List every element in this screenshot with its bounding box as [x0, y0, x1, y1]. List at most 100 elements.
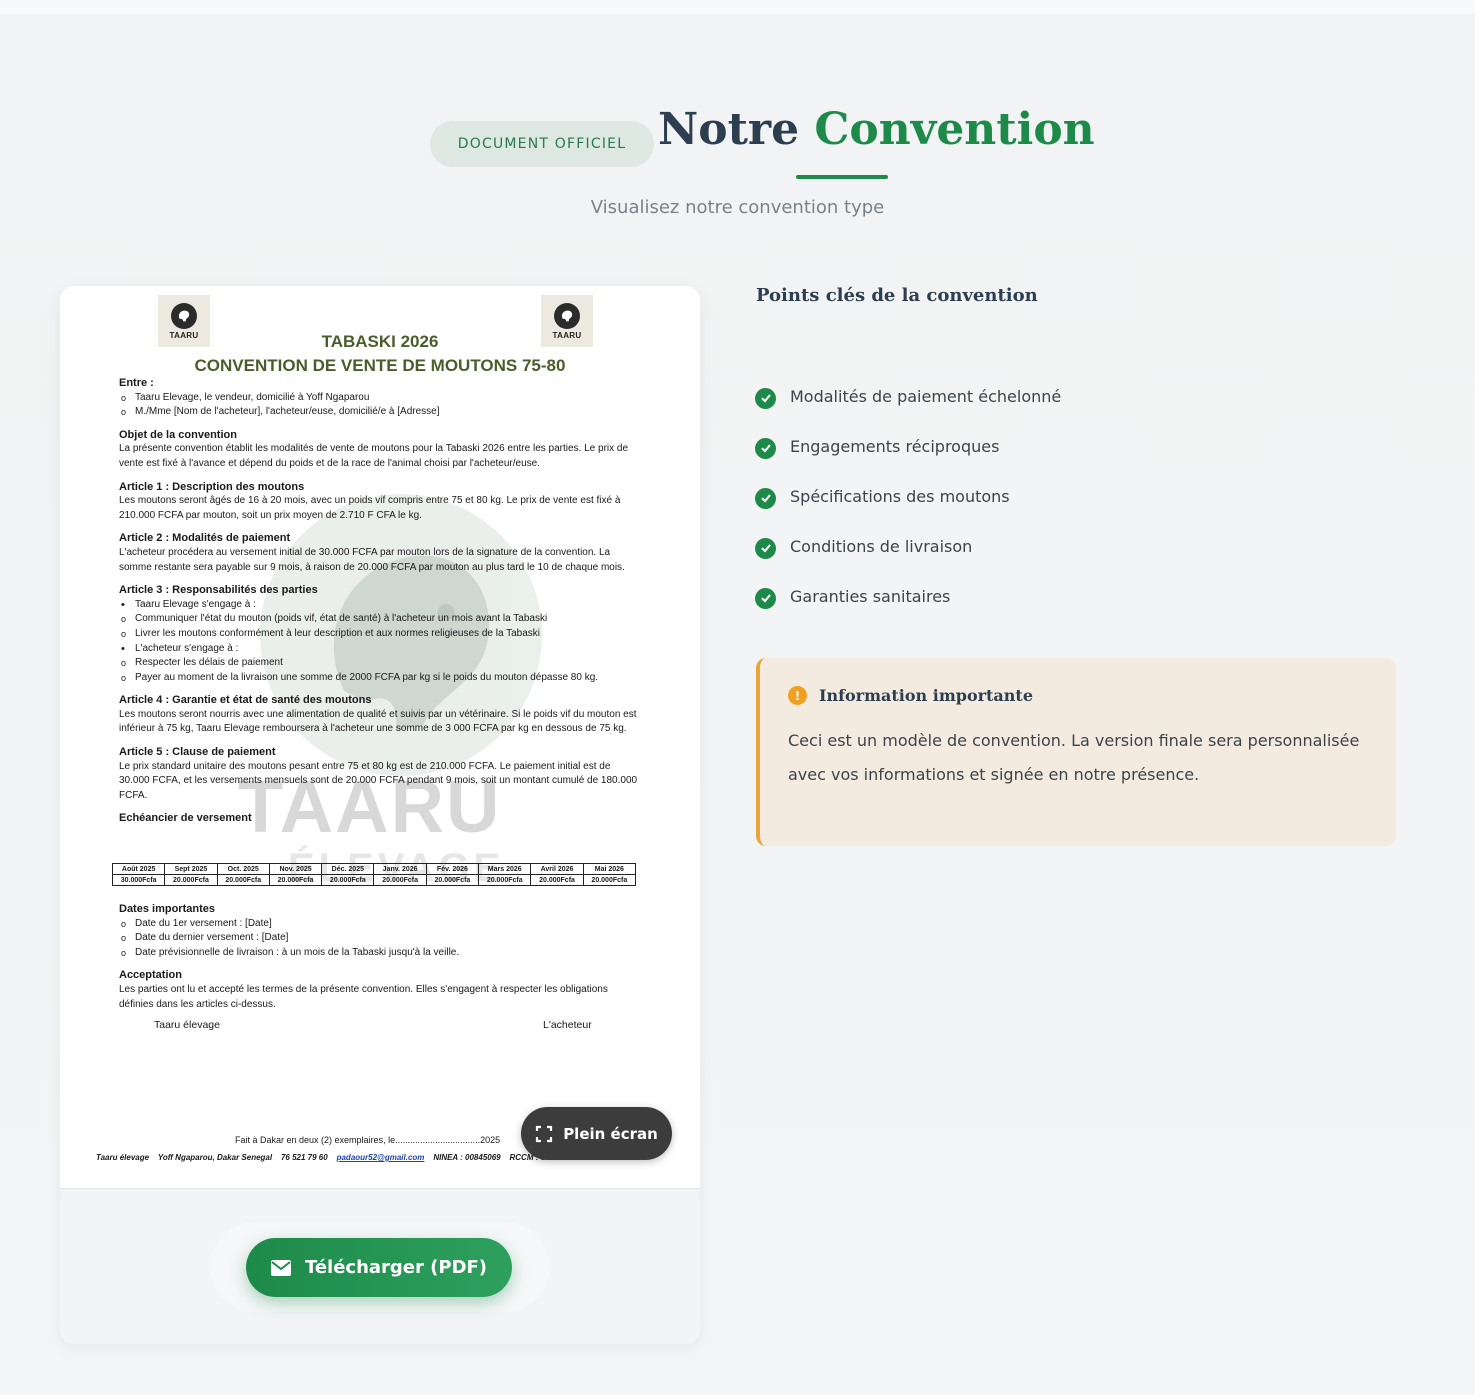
info-header: ! Information importante — [788, 686, 1033, 705]
schedule-cell: Janv. 2026 — [373, 863, 427, 875]
section-heading: Echéancier de versement — [119, 812, 252, 825]
fullscreen-label: Plein écran — [563, 1124, 658, 1143]
key-point-label: Engagements réciproques — [790, 436, 1000, 456]
top-band — [0, 0, 1475, 14]
key-points-list: Modalités de paiement échelonné Engageme… — [755, 371, 1061, 621]
title-underline — [796, 175, 888, 179]
info-box: ! Information importante Ceci est un mod… — [756, 658, 1396, 846]
footer-email: padaour52@gmail.com — [336, 1153, 425, 1162]
schedule-cell: 20.000Fcfa — [373, 874, 427, 886]
schedule-cell: 20.000Fcfa — [321, 874, 375, 886]
info-title: Information importante — [819, 686, 1033, 705]
key-points-title: Points clés de la convention — [756, 285, 1038, 306]
schedule-cell: Août 2025 — [111, 863, 166, 875]
schedule-cell: 20.000Fcfa — [530, 874, 584, 886]
key-point-item: Modalités de paiement échelonné — [755, 371, 1061, 421]
paragraph: L'acheteur procédera au versement initia… — [119, 546, 625, 573]
schedule-cell: Sept 2025 — [164, 863, 218, 875]
page-title: Notre Convention — [658, 104, 1095, 164]
expand-icon — [536, 1125, 553, 1142]
footer-address: Yoff Ngaparou, Dakar Senegal — [157, 1153, 273, 1162]
document-heading-title: CONVENTION DE VENTE DE MOUTONS 75-80 — [194, 356, 566, 375]
fullscreen-button[interactable]: Plein écran — [521, 1107, 672, 1160]
schedule-cell: Mars 2026 — [478, 863, 532, 875]
list-item: Date prévisionnelle de livraison : à un … — [119, 946, 639, 961]
document-card: TAARU ÉLEVAGE TAARU TAARU TABASKI 2026 C… — [60, 286, 700, 1344]
ram-logo-icon — [554, 302, 580, 329]
info-text: Ceci est un modèle de convention. La ver… — [788, 731, 1360, 784]
list-item: L'acheteur s'engage à : — [119, 642, 639, 657]
key-point-item: Conditions de livraison — [755, 521, 1061, 571]
document-place-date: Fait à Dakar en deux (2) exemplaires, le… — [235, 1135, 501, 1145]
list-item: Livrer les moutons conformément à leur d… — [119, 627, 639, 642]
section-heading: Article 2 : Modalités de paiement — [119, 532, 291, 545]
signature-seller: Taaru élevage — [154, 1019, 220, 1031]
section-heading: Acceptation — [119, 969, 182, 982]
schedule-cell: 20.000Fcfa — [582, 874, 637, 886]
footer-ninea: NINEA : 00845069 — [433, 1153, 501, 1162]
list-item: M./Mme [Nom de l'acheteur], l'acheteur/e… — [119, 405, 639, 420]
document-heading-year: TABASKI 2026 — [321, 332, 439, 351]
document-badge: DOCUMENT OFFICIEL — [430, 121, 654, 167]
section-heading: Article 1 : Description des moutons — [119, 480, 305, 493]
footer-phone: 76 521 79 60 — [280, 1153, 328, 1162]
schedule-cell: Mai 2026 — [582, 863, 637, 875]
list-item: Date du 1er versement : [Date] — [119, 917, 639, 932]
section-heading: Article 5 : Clause de paiement — [119, 746, 276, 759]
key-point-label: Conditions de livraison — [790, 536, 973, 556]
list-item: Taaru Elevage s'engage à : — [119, 598, 639, 613]
paragraph: Les moutons seront nourris avec une alim… — [119, 708, 637, 735]
schedule-cell: Avril 2026 — [530, 863, 584, 875]
paragraph: La présente convention établit les modal… — [119, 443, 629, 469]
section-heading: Dates importantes — [119, 903, 215, 915]
check-circle-icon — [755, 587, 776, 609]
footer-name: Taaru élevage — [96, 1153, 150, 1162]
paragraph: Les moutons seront âgés de 16 à 20 mois,… — [119, 495, 621, 521]
key-point-label: Garanties sanitaires — [790, 586, 951, 606]
document-body-end: Dates importantes Date du 1er versement … — [119, 894, 639, 1012]
download-pdf-button[interactable]: Télécharger (PDF) — [246, 1238, 512, 1297]
title-part-2: Convention — [814, 104, 1095, 155]
envelope-icon — [270, 1259, 291, 1276]
schedule-cell: 30.000Fcfa — [111, 874, 166, 886]
schedule-cell: 20.000Fcfa — [216, 874, 270, 886]
schedule-cell: Nov. 2025 — [268, 863, 323, 875]
check-circle-icon — [755, 437, 776, 459]
list-item: Communiquer l'état du mouton (poids vif,… — [119, 612, 639, 627]
document-body: Entre : Taaru Elevage, le vendeur, domic… — [119, 376, 639, 826]
signature-buyer: L'acheteur — [543, 1019, 592, 1031]
check-circle-icon — [755, 537, 776, 559]
section-heading: Objet de la convention — [119, 428, 237, 441]
exclamation-icon: ! — [788, 686, 807, 705]
title-part-1: Notre — [658, 104, 815, 155]
list-item: Taaru Elevage, le vendeur, domicilié à Y… — [119, 391, 639, 406]
download-label: Télécharger (PDF) — [304, 1257, 488, 1278]
schedule-cell: 20.000Fcfa — [268, 874, 323, 886]
schedule-cell: Fév. 2026 — [425, 863, 480, 875]
page-subtitle: Visualisez notre convention type — [590, 197, 885, 218]
section-heading: Entre : — [119, 377, 154, 389]
paragraph: Les parties ont lu et accepté les termes… — [119, 983, 608, 1010]
check-circle-icon — [755, 387, 776, 409]
list-item: Respecter les délais de paiement — [119, 656, 639, 671]
schedule-amounts-row: 30.000Fcfa 20.000Fcfa 20.000Fcfa 20.000F… — [111, 874, 637, 886]
section-heading: Article 3 : Responsabilités des parties — [119, 584, 318, 597]
key-point-item: Engagements réciproques — [755, 421, 1061, 471]
paragraph: Le prix standard unitaire des moutons pe… — [119, 760, 638, 801]
list-item: Date du dernier versement : [Date] — [119, 931, 639, 946]
ram-logo-icon — [171, 302, 197, 329]
schedule-cell: 20.000Fcfa — [164, 874, 218, 886]
key-point-label: Spécifications des moutons — [790, 486, 1010, 506]
schedule-cell: Déc. 2025 — [321, 863, 375, 875]
key-point-item: Spécifications des moutons — [755, 471, 1061, 521]
schedule-cell: Oct. 2025 — [216, 863, 270, 875]
key-point-item: Garanties sanitaires — [755, 571, 1061, 621]
key-point-label: Modalités de paiement échelonné — [790, 386, 1062, 406]
schedule-cell: 20.000Fcfa — [478, 874, 532, 886]
section-heading: Article 4 : Garantie et état de santé de… — [119, 694, 372, 707]
payment-schedule-table: Août 2025 Sept 2025 Oct. 2025 Nov. 2025 … — [111, 863, 637, 886]
schedule-months-row: Août 2025 Sept 2025 Oct. 2025 Nov. 2025 … — [111, 863, 637, 875]
schedule-cell: 20.000Fcfa — [425, 874, 480, 886]
check-circle-icon — [755, 487, 776, 509]
document-preview[interactable]: TAARU ÉLEVAGE TAARU TAARU TABASKI 2026 C… — [60, 286, 700, 1189]
